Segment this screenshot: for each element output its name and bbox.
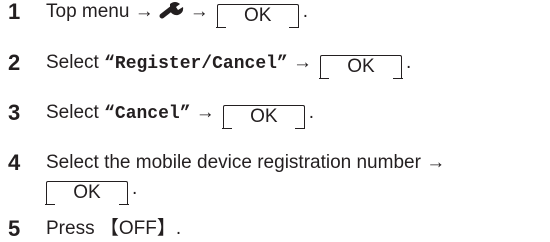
step-number: 2 — [8, 50, 21, 75]
ok-key: OK — [45, 181, 129, 205]
menu-label: Top menu — [46, 1, 130, 22]
period: . — [175, 218, 182, 239]
step-text: OK. — [38, 177, 138, 205]
step-text: Top menu → → OK. — [46, 0, 309, 28]
arrow: → — [426, 152, 446, 173]
arrow: → — [293, 52, 313, 73]
period: . — [406, 52, 412, 73]
arrow: → — [189, 1, 209, 22]
step-verb: Select — [46, 52, 99, 73]
arrow: → — [134, 1, 154, 22]
menu-option: “Cancel” — [104, 104, 191, 124]
ok-key: OK — [222, 105, 306, 129]
ok-key: OK — [319, 55, 403, 79]
step-number: 3 — [8, 100, 21, 125]
step-verb: Select — [46, 102, 99, 123]
arrow: → — [195, 102, 215, 123]
step-text: Select the mobile device registration nu… — [46, 151, 445, 175]
step-text: Select “Cancel” → OK. — [46, 101, 315, 129]
step-number: 4 — [8, 150, 21, 175]
step-text: Press 【OFF】. — [46, 217, 181, 241]
step-number: 1 — [8, 0, 21, 24]
step-verb: Press — [46, 218, 95, 239]
wrench-icon — [159, 2, 183, 19]
off-button-label: 【OFF】 — [99, 218, 176, 239]
menu-option: “Register/Cancel” — [104, 54, 288, 74]
step-text: Select “Register/Cancel” → OK. — [46, 51, 412, 79]
step-number: 5 — [8, 216, 21, 241]
period: . — [308, 102, 315, 123]
ok-key: OK — [216, 4, 300, 28]
period: . — [302, 1, 309, 22]
period: . — [132, 178, 138, 199]
step-instruction: Select the mobile device registration nu… — [46, 152, 421, 173]
